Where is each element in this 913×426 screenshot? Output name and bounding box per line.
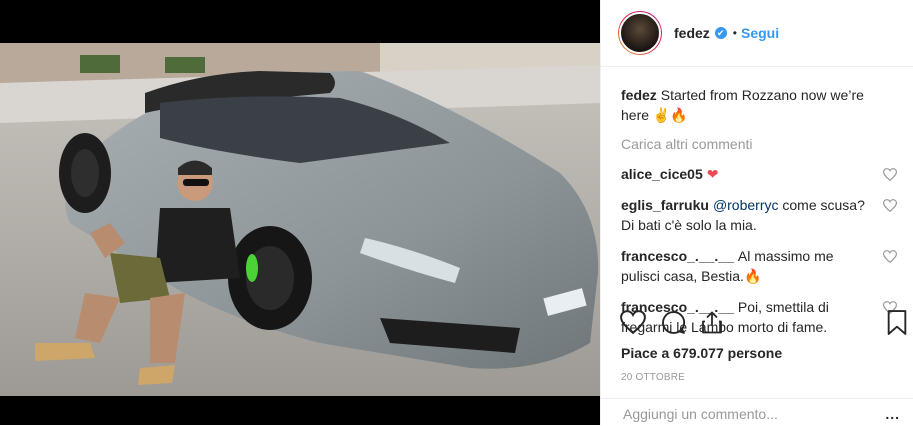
- comment-item: alice_cice05 ❤: [621, 164, 897, 184]
- post-sidebar: fedez ✔ • Segui fedez Started from Rozzan…: [600, 0, 913, 425]
- post-photo[interactable]: [0, 43, 600, 396]
- avatar-image: [619, 12, 661, 54]
- avatar[interactable]: [618, 11, 662, 55]
- caption-text: Started from Rozzano now we’re here ✌🔥: [621, 87, 864, 123]
- heart-icon[interactable]: [620, 310, 646, 334]
- post-username[interactable]: fedez: [674, 25, 710, 41]
- load-more-comments[interactable]: Carica altri commenti: [621, 134, 897, 154]
- caption-username[interactable]: fedez: [621, 87, 657, 103]
- comment-username[interactable]: alice_cice05: [621, 166, 703, 182]
- share-icon[interactable]: [700, 310, 724, 335]
- likes-count[interactable]: Piace a 679.077 persone: [621, 345, 782, 361]
- bookmark-icon[interactable]: [886, 310, 908, 335]
- add-comment-bar: ...: [601, 398, 913, 426]
- photo-pane: [0, 0, 600, 425]
- comment-username[interactable]: francesco_.__.__: [621, 248, 734, 264]
- comment-item: eglis_farruku @roberryc come scusa? Di ba…: [621, 195, 897, 235]
- post-date[interactable]: 20 OTTOBRE: [621, 372, 685, 383]
- comments-list: fedez Started from Rozzano now we’re here…: [601, 67, 913, 337]
- post-header: fedez ✔ • Segui: [601, 0, 913, 67]
- comment-mention[interactable]: @roberryc: [713, 197, 779, 213]
- like-comment-heart-icon[interactable]: [883, 199, 897, 212]
- like-comment-heart-icon[interactable]: [883, 168, 897, 181]
- verified-icon: ✔: [714, 27, 727, 39]
- comment-icon[interactable]: [661, 310, 686, 335]
- comment-item: francesco_.__.__ Al massimo me pulisci ca…: [621, 246, 897, 286]
- comment-username[interactable]: eglis_farruku: [621, 197, 709, 213]
- action-bar: [620, 310, 910, 338]
- comment-input[interactable]: [621, 405, 865, 423]
- follow-button[interactable]: Segui: [741, 25, 779, 41]
- comment-text: ❤: [706, 166, 719, 182]
- separator-dot: •: [732, 26, 737, 40]
- like-comment-heart-icon[interactable]: [883, 250, 897, 263]
- caption: fedez Started from Rozzano now we’re here…: [621, 85, 897, 125]
- more-options-icon[interactable]: ...: [885, 406, 900, 422]
